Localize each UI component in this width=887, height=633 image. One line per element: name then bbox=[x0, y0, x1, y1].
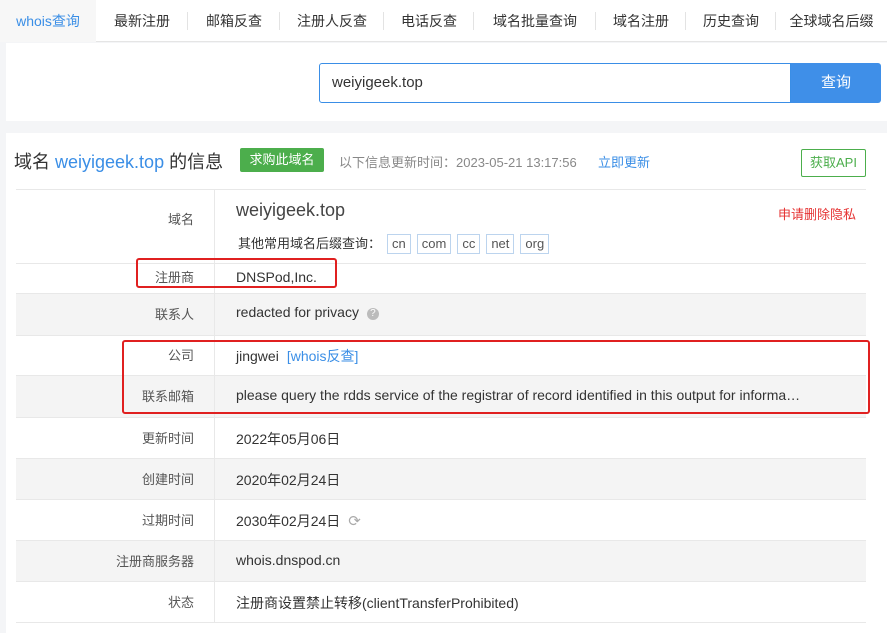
update-now-link[interactable]: 立即更新 bbox=[598, 152, 650, 171]
search-button[interactable]: 查询 bbox=[791, 63, 881, 103]
tab-history[interactable]: 历史查询 bbox=[686, 0, 776, 42]
row-updated: 更新时间 2022年05月06日 bbox=[16, 418, 866, 459]
row-server: 注册商服务器 whois.dnspod.cn bbox=[16, 541, 866, 582]
row-value-updated: 2022年05月06日 bbox=[236, 431, 341, 447]
delete-privacy-link[interactable]: 申请删除隐私 bbox=[778, 204, 856, 223]
page-title: 域名 weiyigeek.top 的信息 bbox=[14, 148, 223, 174]
search-input[interactable]: weiyigeek.top bbox=[319, 63, 791, 103]
contact-text: redacted for privacy bbox=[236, 304, 359, 320]
tab-email-reverse[interactable]: 邮箱反查 bbox=[188, 0, 280, 42]
row-value-expires: 2030年02月24日 ⟳ bbox=[236, 511, 361, 531]
title-domain: weiyigeek.top bbox=[55, 152, 165, 172]
row-domain: 域名 weiyigeek.top 申请删除隐私 其他常用域名后缀查询： cn com… bbox=[16, 190, 866, 264]
suffix-org[interactable]: org bbox=[520, 234, 550, 254]
row-label: 注册商服务器 bbox=[16, 541, 215, 581]
row-value-contact: redacted for privacy? bbox=[236, 304, 379, 320]
row-value-created: 2020年02月24日 bbox=[236, 472, 341, 488]
row-label: 创建时间 bbox=[16, 459, 215, 499]
suffix-com[interactable]: com bbox=[416, 234, 452, 254]
row-label: 状态 bbox=[16, 582, 215, 622]
title-suffix: 的信息 bbox=[164, 152, 224, 172]
highlight-box-company-email bbox=[122, 340, 870, 414]
row-value-status: 注册商设置禁止转移(clientTransferProhibited) bbox=[236, 595, 519, 611]
tab-global-suffix[interactable]: 全球域名后缀 bbox=[776, 0, 887, 42]
buy-domain-button[interactable]: 求购此域名 bbox=[240, 148, 324, 172]
suffix-cc[interactable]: cc bbox=[457, 234, 481, 254]
search-bar: weiyigeek.top 查询 bbox=[6, 43, 887, 121]
suffix-cn[interactable]: cn bbox=[387, 234, 411, 254]
tab-domain-register[interactable]: 域名注册 bbox=[596, 0, 686, 42]
row-value-server: whois.dnspod.cn bbox=[236, 552, 341, 568]
row-label: 联系人 bbox=[16, 294, 215, 335]
row-value-domain: weiyigeek.top bbox=[236, 200, 346, 220]
suffix-label: 其他常用域名后缀查询： bbox=[238, 236, 382, 251]
get-api-button[interactable]: 获取API bbox=[801, 149, 866, 177]
row-created: 创建时间 2020年02月24日 bbox=[16, 459, 866, 500]
tab-whois[interactable]: whois查询 bbox=[0, 0, 96, 42]
row-label: 更新时间 bbox=[16, 418, 215, 458]
tab-phone-reverse[interactable]: 电话反查 bbox=[384, 0, 474, 42]
row-label: 过期时间 bbox=[16, 500, 215, 540]
refresh-icon[interactable]: ⟳ bbox=[348, 512, 361, 530]
tab-new-registrations[interactable]: 最新注册 bbox=[96, 0, 188, 42]
tab-bar: whois查询 最新注册 邮箱反查 注册人反查 电话反查 域名批量查询 域名注册… bbox=[0, 0, 887, 42]
expires-text: 2030年02月24日 bbox=[236, 513, 341, 529]
suffix-net[interactable]: net bbox=[486, 234, 515, 254]
row-status: 状态 注册商设置禁止转移(clientTransferProhibited) bbox=[16, 582, 866, 623]
question-icon[interactable]: ? bbox=[366, 308, 379, 320]
update-time-text: 以下信息更新时间：2023-05-21 13:17:56 bbox=[339, 155, 577, 170]
row-expires: 过期时间 2030年02月24日 ⟳ bbox=[16, 500, 866, 541]
highlight-box-registrar bbox=[136, 258, 337, 288]
suffix-list: 其他常用域名后缀查询： cn com cc net org bbox=[238, 233, 550, 254]
title-prefix: 域名 bbox=[14, 152, 56, 172]
tab-registrant-reverse[interactable]: 注册人反查 bbox=[280, 0, 384, 42]
row-label: 域名 bbox=[16, 190, 215, 263]
tab-batch-query[interactable]: 域名批量查询 bbox=[474, 0, 596, 42]
row-contact: 联系人 redacted for privacy? bbox=[16, 294, 866, 336]
